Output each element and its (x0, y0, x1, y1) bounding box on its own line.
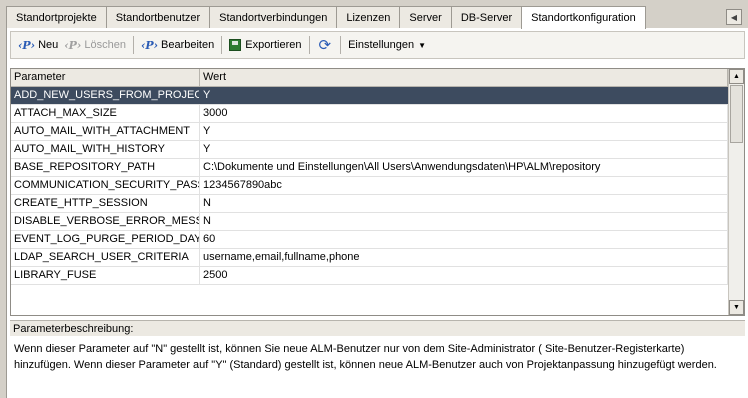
refresh-button[interactable]: ⟳ (314, 34, 337, 56)
new-button[interactable]: ‹P› Neu (15, 34, 61, 56)
dropdown-caret-icon: ▼ (418, 40, 427, 50)
table-row[interactable]: EVENT_LOG_PURGE_PERIOD_DAYS 60 (11, 231, 728, 249)
tab-standortprojekte[interactable]: Standortprojekte (6, 6, 107, 28)
delete-button[interactable]: ‹P› Löschen (61, 34, 129, 56)
tab-list: Standortprojekte Standortbenutzer Stando… (6, 6, 646, 29)
description-title: Parameterbeschreibung: (10, 320, 745, 336)
edit-button[interactable]: ‹P› Bearbeiten (138, 34, 217, 56)
parameter-cell: AUTO_MAIL_WITH_ATTACHMENT (11, 123, 200, 140)
table-row[interactable]: AUTO_MAIL_WITH_HISTORY Y (11, 141, 728, 159)
save-disk-icon (229, 39, 242, 51)
value-cell: Y (200, 87, 728, 104)
parameter-cell: CREATE_HTTP_SESSION (11, 195, 200, 212)
scrollbar-thumb[interactable] (730, 85, 743, 143)
table-row[interactable]: ATTACH_MAX_SIZE 3000 (11, 105, 728, 123)
parameter-cell: ATTACH_MAX_SIZE (11, 105, 200, 122)
column-header-parameter[interactable]: Parameter (11, 69, 200, 86)
tab-standortbenutzer[interactable]: Standortbenutzer (105, 6, 211, 28)
value-cell: Y (200, 123, 728, 140)
edit-button-label: Bearbeiten (161, 39, 215, 51)
table-row[interactable]: CREATE_HTTP_SESSION N (11, 195, 728, 213)
value-cell: N (200, 213, 728, 230)
table-row[interactable]: AUTO_MAIL_WITH_ATTACHMENT Y (11, 123, 728, 141)
value-cell: 1234567890abc (200, 177, 728, 194)
parameter-cell: LIBRARY_FUSE (11, 267, 200, 284)
new-parameter-icon: ‹P› (18, 38, 36, 52)
tab-scroll-left-icon[interactable]: ◀ (726, 9, 742, 25)
scroll-up-arrow-icon[interactable]: ▲ (729, 69, 744, 84)
tab-standortverbindungen[interactable]: Standortverbindungen (209, 6, 338, 28)
settings-dropdown[interactable]: Einstellungen ▼ (345, 34, 429, 56)
new-button-label: Neu (38, 39, 59, 51)
parameter-cell: BASE_REPOSITORY_PATH (11, 159, 200, 176)
value-cell: C:\Dokumente und Einstellungen\All Users… (200, 159, 728, 176)
grid-vertical-scrollbar[interactable]: ▲ ▼ (728, 69, 744, 315)
value-cell: 3000 (200, 105, 728, 122)
parameter-grid: Parameter Wert ADD_NEW_USERS_FROM_PROJEC… (10, 68, 745, 316)
column-header-wert[interactable]: Wert (200, 69, 728, 86)
parameter-cell: LDAP_SEARCH_USER_CRITERIA (11, 249, 200, 266)
value-cell: username,email,fullname,phone (200, 249, 728, 266)
parameter-cell: ADD_NEW_USERS_FROM_PROJECT (11, 87, 200, 104)
grid-header: Parameter Wert (11, 69, 744, 87)
scroll-down-arrow-icon[interactable]: ▼ (729, 300, 744, 315)
tab-standortkonfiguration[interactable]: Standortkonfiguration (521, 6, 646, 29)
table-row[interactable]: BASE_REPOSITORY_PATH C:\Dokumente und Ei… (11, 159, 728, 177)
parameter-cell: DISABLE_VERBOSE_ERROR_MESS (11, 213, 200, 230)
table-row[interactable]: LIBRARY_FUSE 2500 (11, 267, 728, 285)
toolbar-separator (221, 36, 223, 54)
delete-button-label: Löschen (84, 39, 126, 51)
parameter-cell: COMMUNICATION_SECURITY_PASS (11, 177, 200, 194)
value-cell: 2500 (200, 267, 728, 284)
tab-server[interactable]: Server (399, 6, 452, 28)
value-cell: 60 (200, 231, 728, 248)
site-configuration-panel: ‹P› Neu ‹P› Löschen ‹P› Bearbeiten Expor… (6, 28, 748, 398)
tab-strip: Standortprojekte Standortbenutzer Stando… (0, 0, 748, 29)
description-text: Wenn dieser Parameter auf "N" gestellt i… (10, 338, 745, 398)
toolbar-separator (132, 36, 134, 54)
settings-dropdown-label: Einstellungen (348, 39, 415, 51)
value-cell: N (200, 195, 728, 212)
refresh-icon: ⟳ (318, 37, 332, 54)
edit-parameter-icon: ‹P› (140, 38, 159, 52)
tab-lizenzen[interactable]: Lizenzen (336, 6, 401, 28)
toolbar: ‹P› Neu ‹P› Löschen ‹P› Bearbeiten Expor… (10, 31, 745, 59)
value-cell: Y (200, 141, 728, 158)
table-row[interactable]: COMMUNICATION_SECURITY_PASS 1234567890ab… (11, 177, 728, 195)
toolbar-separator (340, 36, 342, 54)
table-row[interactable]: DISABLE_VERBOSE_ERROR_MESS N (11, 213, 728, 231)
grid-rows: ADD_NEW_USERS_FROM_PROJECT Y ATTACH_MAX_… (11, 87, 728, 285)
parameter-cell: EVENT_LOG_PURGE_PERIOD_DAYS (11, 231, 200, 248)
table-row[interactable]: ADD_NEW_USERS_FROM_PROJECT Y (11, 87, 728, 105)
delete-parameter-icon: ‹P› (64, 38, 82, 52)
export-button-label: Exportieren (245, 39, 302, 51)
table-row[interactable]: LDAP_SEARCH_USER_CRITERIA username,email… (11, 249, 728, 267)
toolbar-separator (308, 36, 310, 54)
parameter-cell: AUTO_MAIL_WITH_HISTORY (11, 141, 200, 158)
tab-db-server[interactable]: DB-Server (450, 6, 523, 28)
export-button[interactable]: Exportieren (226, 34, 304, 56)
